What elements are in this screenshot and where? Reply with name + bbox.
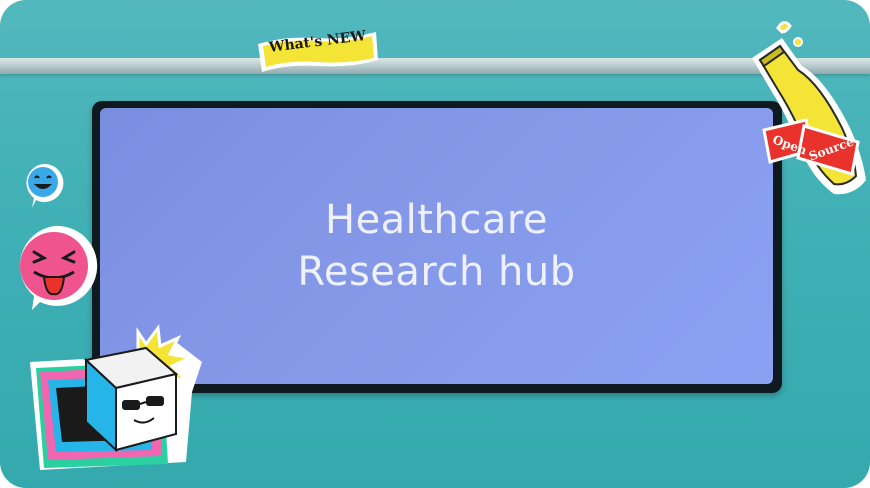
shelf-rail	[0, 58, 870, 74]
headline-line-2: Research hub	[297, 249, 576, 295]
cool-cube-icon	[30, 324, 202, 470]
smiley-icon	[26, 163, 64, 208]
tongue-face-icon	[19, 225, 98, 310]
bottle-icon	[752, 21, 866, 195]
hero-banner: Healthcare Research hub What's NEW Open …	[0, 0, 870, 488]
headline-line-1: Healthcare	[324, 197, 549, 243]
